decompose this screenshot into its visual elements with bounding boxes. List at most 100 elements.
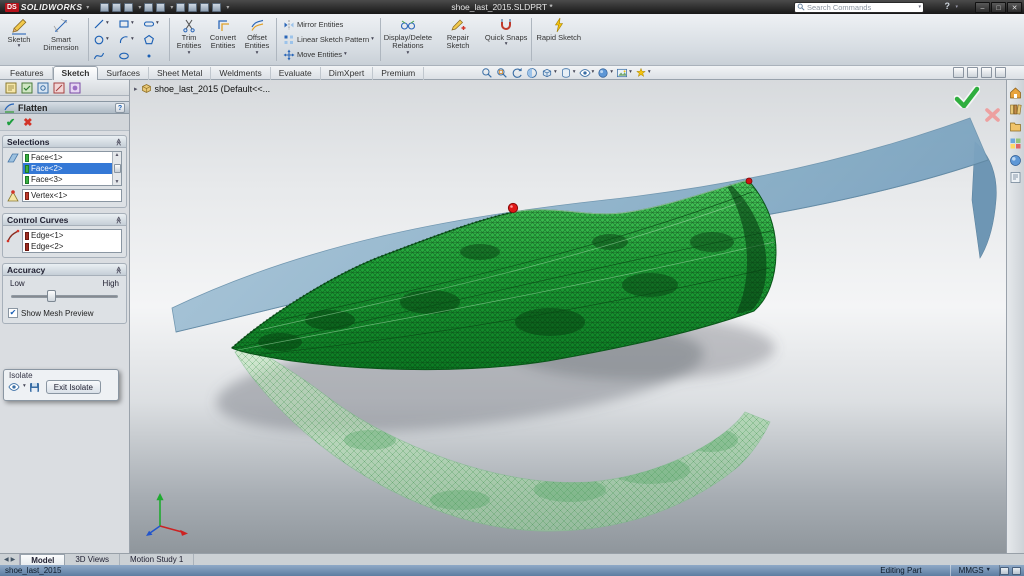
fullscreen-icon[interactable]: [995, 67, 1006, 78]
edge-list-item[interactable]: Edge<1>: [23, 230, 121, 241]
units-selector[interactable]: MMGS ▼: [950, 565, 1000, 576]
tab-3d-views[interactable]: 3D Views: [65, 554, 120, 565]
tab-sketch[interactable]: Sketch: [53, 66, 99, 80]
move-entities-button[interactable]: Move Entities ▾: [281, 48, 376, 62]
mirror-entities-button[interactable]: Mirror Entities: [281, 18, 376, 32]
tab-scroll-left-icon[interactable]: ◀: [4, 556, 9, 563]
line-dropdown-icon[interactable]: ▾: [106, 21, 109, 27]
arc-dropdown-icon[interactable]: ▾: [131, 37, 134, 43]
accuracy-group-header[interactable]: Accuracy ≪: [3, 264, 126, 276]
search-scope-dropdown-icon[interactable]: ▾: [918, 5, 921, 10]
edge-list-item[interactable]: Edge<2>: [23, 241, 121, 252]
pm-help-button[interactable]: ?: [115, 103, 125, 113]
previous-view-button[interactable]: [510, 67, 524, 79]
split-viewport-icon[interactable]: [967, 67, 978, 78]
tab-sheet-metal[interactable]: Sheet Metal: [149, 67, 211, 80]
single-viewport-icon[interactable]: [953, 67, 964, 78]
units-dropdown-icon[interactable]: ▼: [986, 568, 991, 574]
feature-tree-flyout[interactable]: ▸ shoe_last_2015 (Default<<...: [134, 83, 270, 94]
circle-dropdown-icon[interactable]: ▾: [106, 37, 109, 43]
rebuild-icon[interactable]: [188, 3, 197, 12]
graphics-area[interactable]: ▸ shoe_last_2015 (Default<<...: [130, 80, 1006, 553]
line-tool-button[interactable]: ▾: [92, 16, 116, 32]
help-dropdown-icon[interactable]: ▾: [955, 4, 958, 10]
display-style-button[interactable]: ▾: [559, 67, 577, 79]
display-delete-dropdown-icon[interactable]: ▾: [407, 51, 410, 57]
convert-entities-button[interactable]: Convert Entities: [206, 15, 240, 64]
print-icon[interactable]: [144, 3, 153, 12]
zoom-area-button[interactable]: [495, 67, 509, 79]
tab-surfaces[interactable]: Surfaces: [98, 67, 149, 80]
trim-dropdown-icon[interactable]: ▾: [188, 51, 191, 57]
circle-tool-button[interactable]: ▾: [92, 32, 116, 48]
face-list-item-selected[interactable]: Face<2>: [23, 163, 121, 174]
offset-entities-button[interactable]: Offset Entities ▾: [240, 15, 274, 64]
quick-snaps-button[interactable]: Quick Snaps ▾: [483, 15, 530, 64]
face-list-item[interactable]: Face<1>: [23, 152, 121, 163]
quick-snaps-dropdown-icon[interactable]: ▾: [505, 42, 508, 48]
edges-listbox[interactable]: Edge<1> Edge<2>: [22, 229, 122, 253]
tree-expand-icon[interactable]: ▸: [134, 85, 138, 93]
display-style-dropdown-icon[interactable]: ▾: [573, 70, 576, 76]
sketch-button[interactable]: Sketch ▾: [2, 15, 36, 64]
view-palette-icon[interactable]: [1009, 137, 1022, 150]
save-display-state-icon[interactable]: [29, 382, 40, 393]
undo-dropdown-icon[interactable]: ▾: [170, 4, 173, 11]
faces-listbox[interactable]: Face<1> Face<2> Face<3> ▲ ▼: [22, 151, 122, 186]
selections-group-header[interactable]: Selections ≪: [3, 136, 126, 148]
rapid-sketch-button[interactable]: Rapid Sketch: [534, 15, 583, 64]
display-delete-relations-button[interactable]: Display/Delete Relations ▾: [383, 15, 433, 64]
section-view-button[interactable]: [525, 67, 539, 79]
tab-premium[interactable]: Premium: [373, 67, 424, 80]
hide-show-items-button[interactable]: ▾: [578, 67, 596, 79]
four-viewport-icon[interactable]: [981, 67, 992, 78]
scene-dropdown-icon[interactable]: ▾: [629, 70, 632, 76]
file-properties-icon[interactable]: [200, 3, 209, 12]
view-settings-dropdown-icon[interactable]: ▾: [648, 70, 651, 76]
ellipse-tool-button[interactable]: [117, 48, 141, 64]
dimxpert-manager-tab-icon[interactable]: [53, 82, 65, 94]
scrollbar-thumb[interactable]: [114, 164, 121, 173]
view-orientation-button[interactable]: ▾: [540, 67, 558, 79]
zoom-fit-button[interactable]: [480, 67, 494, 79]
status-tag-icon[interactable]: [1000, 567, 1009, 575]
repair-sketch-button[interactable]: Repair Sketch: [433, 15, 483, 64]
options-icon[interactable]: [212, 3, 221, 12]
select-icon[interactable]: [176, 3, 185, 12]
trim-entities-button[interactable]: Trim Entities ▾: [172, 15, 206, 64]
smart-dimension-button[interactable]: Smart Dimension: [36, 15, 86, 64]
linear-pattern-dropdown-icon[interactable]: ▾: [371, 37, 374, 43]
collapse-group-icon[interactable]: ≪: [114, 266, 122, 273]
appearance-dropdown-icon[interactable]: ▾: [610, 70, 613, 76]
face-list-item[interactable]: Face<3>: [23, 174, 121, 185]
isolate-dropdown-icon[interactable]: ▾: [23, 384, 26, 390]
tab-motion-study[interactable]: Motion Study 1: [120, 554, 194, 565]
minimize-button[interactable]: –: [975, 2, 990, 13]
menu-chevron-icon[interactable]: ▾: [86, 4, 89, 11]
confirm-ok-icon[interactable]: [954, 86, 980, 108]
vertex-box[interactable]: Vertex<1>: [22, 189, 122, 202]
slot-tool-button[interactable]: ▾: [142, 16, 166, 32]
scroll-down-icon[interactable]: ▼: [115, 179, 120, 185]
listbox-scrollbar[interactable]: ▲ ▼: [112, 152, 121, 185]
control-curves-group-header[interactable]: Control Curves ≪: [3, 214, 126, 226]
property-manager-tab-icon[interactable]: [21, 82, 33, 94]
pm-cancel-button[interactable]: ✖: [23, 116, 32, 129]
save-dropdown-icon[interactable]: ▾: [138, 4, 141, 11]
hide-show-dropdown-icon[interactable]: ▾: [592, 70, 595, 76]
view-settings-button[interactable]: ▾: [634, 67, 652, 79]
view-orientation-dropdown-icon[interactable]: ▾: [554, 70, 557, 76]
tab-features[interactable]: Features: [2, 67, 53, 80]
tab-scroll-right-icon[interactable]: ▶: [11, 556, 16, 563]
apply-scene-button[interactable]: ▾: [615, 67, 633, 79]
collapse-group-icon[interactable]: ≪: [114, 138, 122, 145]
exit-isolate-button[interactable]: Exit Isolate: [46, 380, 101, 394]
new-document-icon[interactable]: [100, 3, 109, 12]
undo-icon[interactable]: [156, 3, 165, 12]
pm-ok-button[interactable]: ✔: [6, 116, 15, 129]
tab-weldments[interactable]: Weldments: [211, 67, 270, 80]
edit-appearance-button[interactable]: ▾: [596, 67, 614, 79]
help-icon[interactable]: ?: [945, 1, 951, 11]
collapse-group-icon[interactable]: ≪: [114, 216, 122, 223]
design-library-icon[interactable]: [1009, 103, 1022, 116]
